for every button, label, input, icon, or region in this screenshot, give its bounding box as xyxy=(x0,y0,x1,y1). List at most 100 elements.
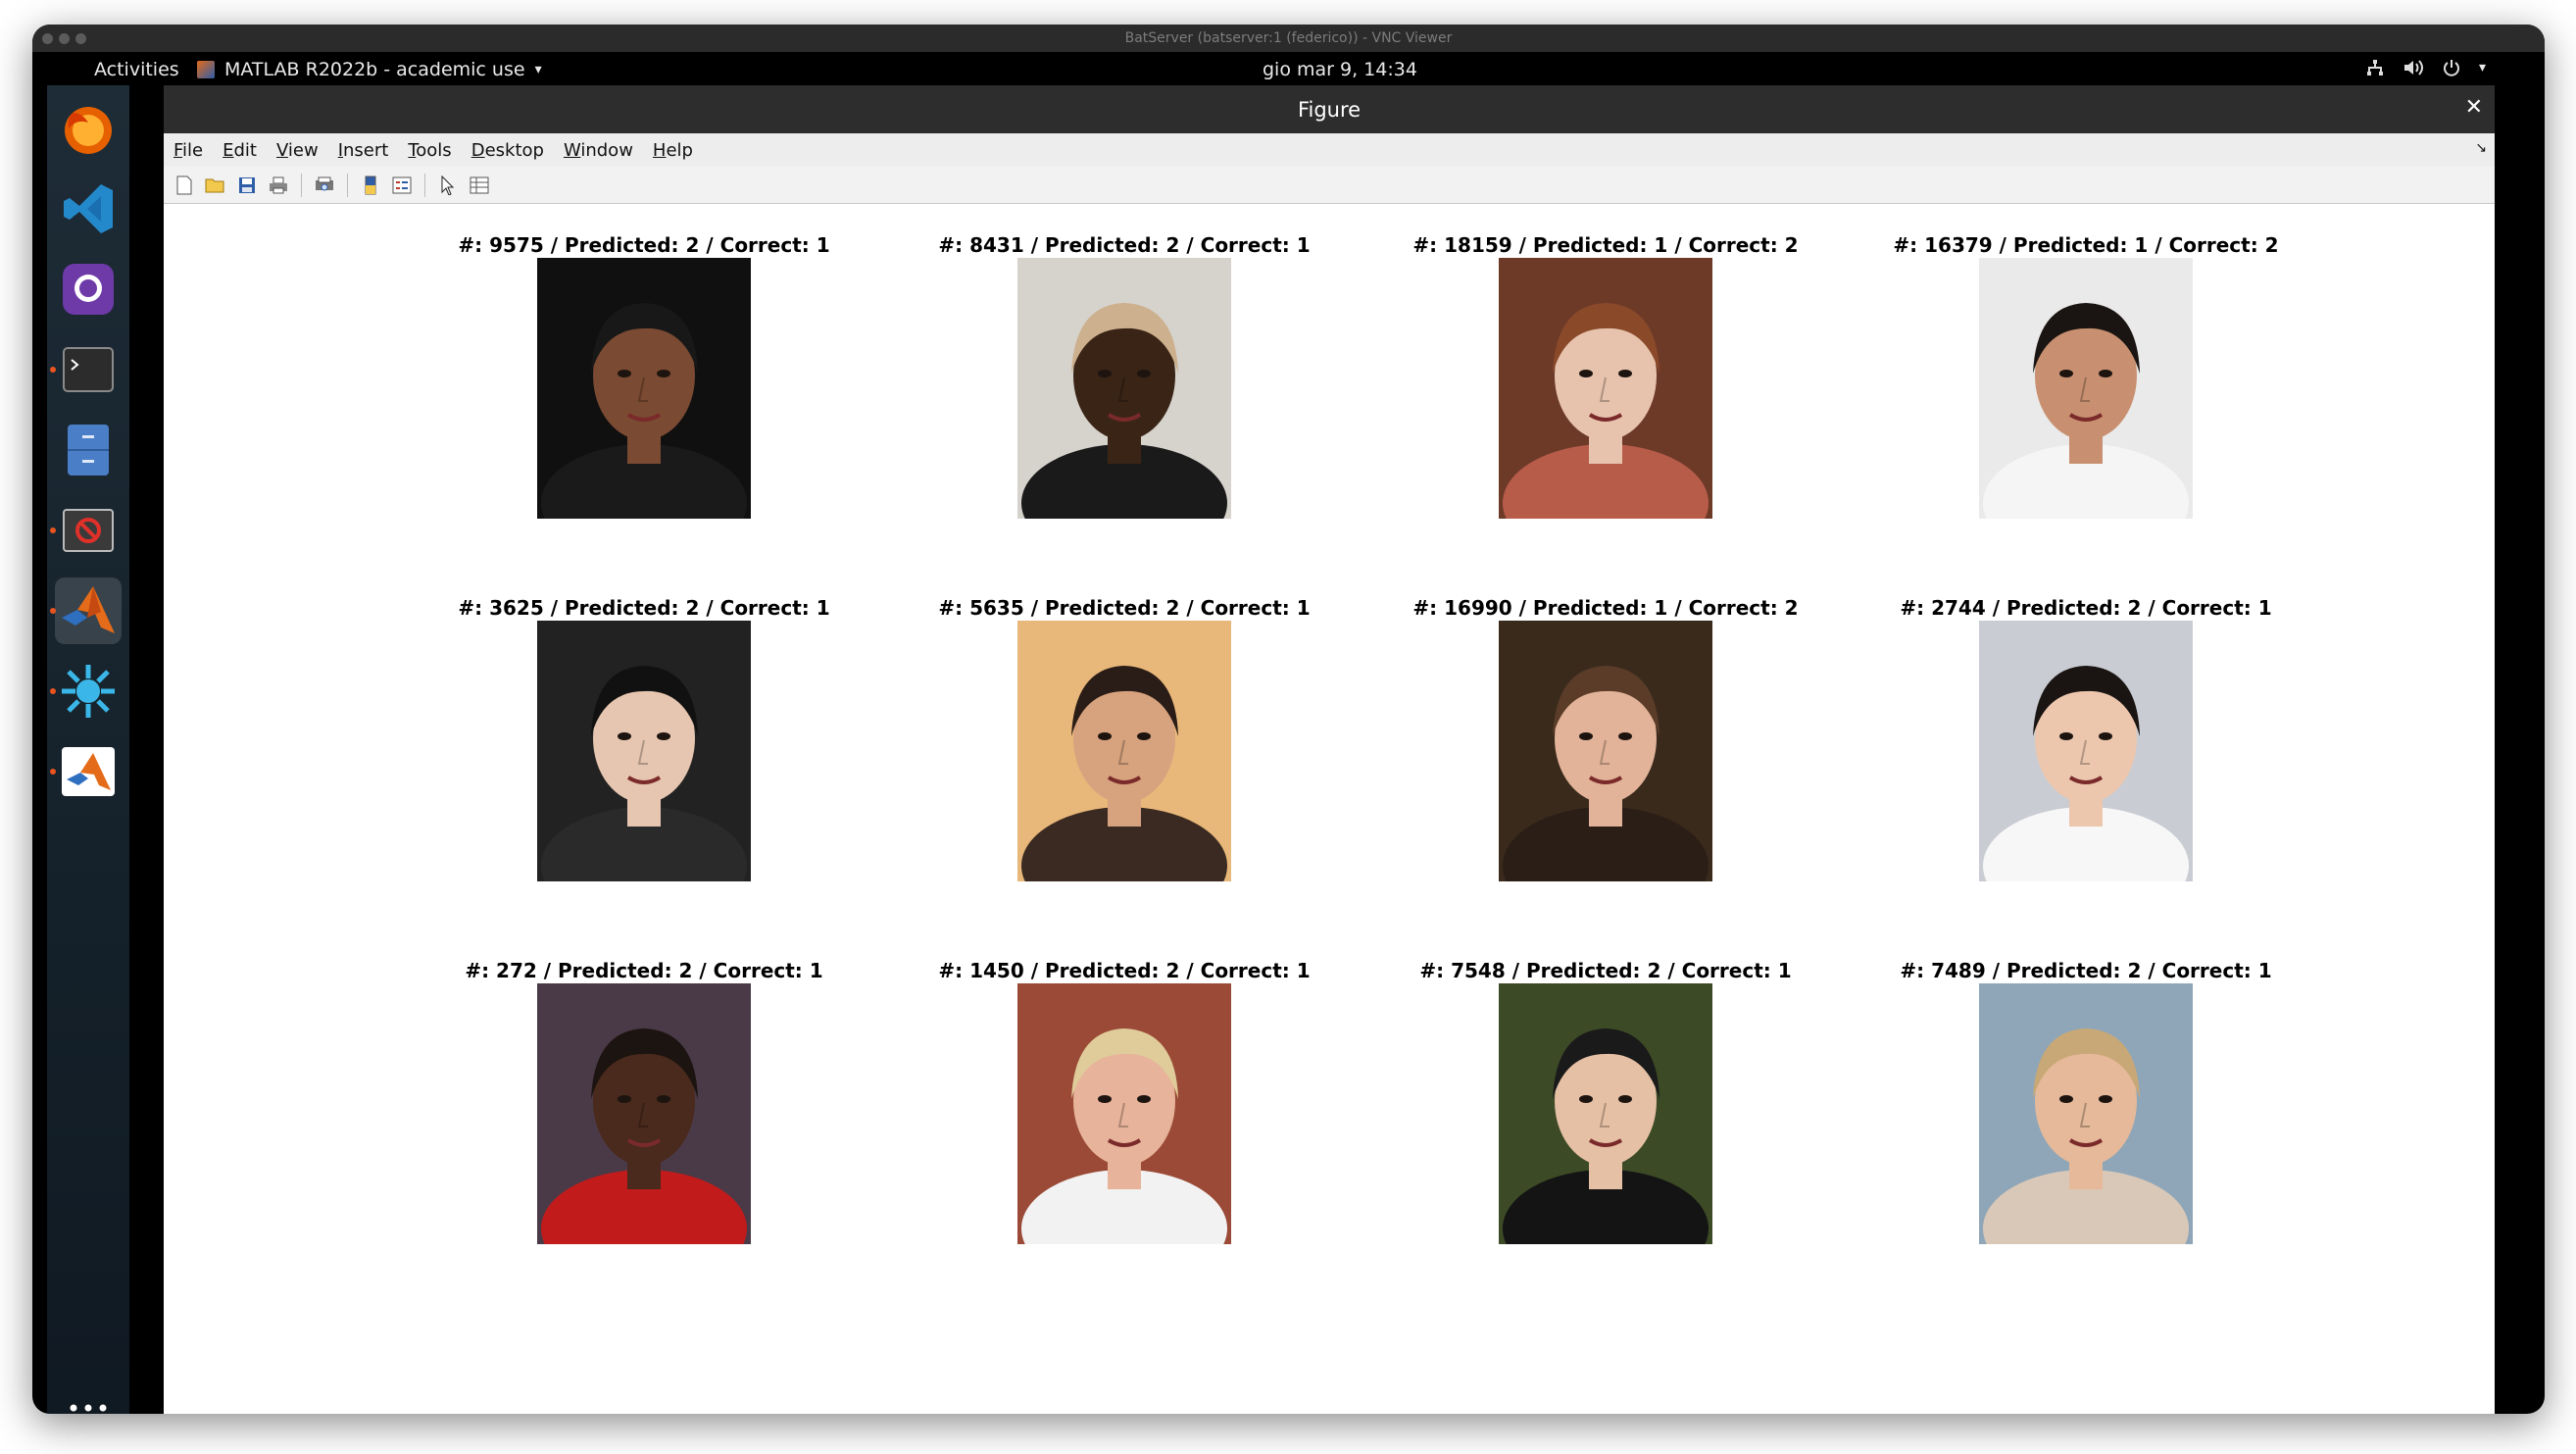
chevron-down-icon: ▾ xyxy=(2478,60,2486,75)
face-image xyxy=(1499,258,1712,519)
face-image xyxy=(1979,983,2193,1244)
vnc-titlebar: BatServer (batserver:1 (federico)) - VNC… xyxy=(32,25,2545,52)
dock-vscode[interactable] xyxy=(55,175,122,242)
clock[interactable]: gio mar 9, 14:34 xyxy=(1263,59,1417,80)
blocked-app-icon xyxy=(63,509,114,552)
running-indicator xyxy=(50,688,56,694)
minimize-window-dot[interactable] xyxy=(59,33,70,44)
dock-matlab-alt[interactable] xyxy=(50,738,122,805)
subplot-title: #: 7548 / Predicted: 2 / Correct: 1 xyxy=(1419,959,1792,982)
dock-terminal[interactable] xyxy=(50,336,122,403)
matlab-figure-window: Figure ✕ File Edit View Insert Tools Des… xyxy=(164,85,2495,1414)
subplot-axes[interactable]: #: 16990 / Predicted: 1 / Correct: 2 xyxy=(1331,595,1880,881)
app-menu[interactable]: MATLAB R2022b - academic use ▾ xyxy=(197,59,542,80)
face-image xyxy=(1017,258,1231,519)
system-status-area[interactable]: ▾ xyxy=(2365,58,2486,77)
dock-firefox[interactable] xyxy=(55,95,122,162)
network-icon xyxy=(2366,60,2383,75)
subplot-axes[interactable]: #: 8431 / Predicted: 2 / Correct: 1 xyxy=(850,232,1399,519)
menu-file[interactable]: File xyxy=(173,140,203,161)
subplot-axes[interactable]: #: 3625 / Predicted: 2 / Correct: 1 xyxy=(370,595,918,881)
face-image xyxy=(1979,258,2193,519)
figure-toolbar xyxy=(164,167,2495,204)
firefox-icon xyxy=(65,107,112,154)
dock-figure-arrow-icon[interactable]: ↘ xyxy=(2475,140,2487,156)
legend-icon[interactable] xyxy=(389,173,415,198)
face-image xyxy=(537,258,751,519)
subplot-title: #: 16379 / Predicted: 1 / Correct: 2 xyxy=(1893,233,2279,257)
pointer-icon[interactable] xyxy=(435,173,461,198)
matlab-alt-icon xyxy=(62,747,115,796)
subplot-title: #: 16990 / Predicted: 1 / Correct: 2 xyxy=(1412,596,1799,620)
vnc-title: BatServer (batserver:1 (federico)) - VNC… xyxy=(1124,30,1453,46)
subplot-title: #: 272 / Predicted: 2 / Correct: 1 xyxy=(465,959,823,982)
subplot-axes[interactable]: #: 1450 / Predicted: 2 / Correct: 1 xyxy=(850,958,1399,1244)
matlab-icon xyxy=(197,61,215,78)
open-file-icon[interactable] xyxy=(203,173,228,198)
subplot-title: #: 2744 / Predicted: 2 / Correct: 1 xyxy=(1900,596,2272,620)
toolbar-separator xyxy=(347,173,348,197)
figure-menubar: File Edit View Insert Tools Desktop Wind… xyxy=(164,133,2495,167)
toolbar-separator xyxy=(301,173,302,197)
colorbar-icon[interactable] xyxy=(358,173,383,198)
subplot-axes[interactable]: #: 18159 / Predicted: 1 / Correct: 2 xyxy=(1331,232,1880,519)
menu-edit[interactable]: Edit xyxy=(223,140,257,161)
close-window-dot[interactable] xyxy=(42,33,53,44)
running-indicator xyxy=(50,367,56,373)
menu-desktop[interactable]: Desktop xyxy=(471,140,544,161)
vnc-viewer-window: BatServer (batserver:1 (federico)) - VNC… xyxy=(32,25,2545,1414)
face-image xyxy=(1979,621,2193,881)
subplot-axes[interactable]: #: 7489 / Predicted: 2 / Correct: 1 xyxy=(1811,958,2360,1244)
subplot-title: #: 5635 / Predicted: 2 / Correct: 1 xyxy=(938,596,1311,620)
figure-titlebar: Figure ✕ xyxy=(164,85,2495,133)
menu-window[interactable]: Window xyxy=(564,140,633,161)
property-inspector-icon[interactable] xyxy=(467,173,492,198)
terminal-icon xyxy=(63,347,114,392)
vscode-icon xyxy=(64,184,113,233)
show-apps-grid-icon xyxy=(70,1404,107,1412)
face-image xyxy=(1499,621,1712,881)
subplot-axes[interactable]: #: 272 / Predicted: 2 / Correct: 1 xyxy=(370,958,918,1244)
save-icon[interactable] xyxy=(234,173,260,198)
subplot-axes[interactable]: #: 2744 / Predicted: 2 / Correct: 1 xyxy=(1811,595,2360,881)
print-icon[interactable] xyxy=(266,173,291,198)
menu-insert[interactable]: Insert xyxy=(338,140,389,161)
subplot-title: #: 1450 / Predicted: 2 / Correct: 1 xyxy=(938,959,1311,982)
close-icon[interactable]: ✕ xyxy=(2465,95,2483,120)
figure-title: Figure xyxy=(1297,97,1362,122)
gnome-top-bar: Activities MATLAB R2022b - academic use … xyxy=(32,52,2545,85)
subplot-title: #: 8431 / Predicted: 2 / Correct: 1 xyxy=(938,233,1311,257)
dock-show-apps[interactable] xyxy=(55,1389,122,1414)
matlab-icon xyxy=(62,586,115,633)
menu-view[interactable]: View xyxy=(276,140,319,161)
face-image xyxy=(1017,983,1231,1244)
dock-github[interactable] xyxy=(55,256,122,323)
dock-matlab[interactable] xyxy=(50,577,122,644)
subplot-axes[interactable]: #: 16379 / Predicted: 1 / Correct: 2 xyxy=(1811,232,2360,519)
face-image xyxy=(1499,983,1712,1244)
dock-files[interactable] xyxy=(55,417,122,483)
zoom-window-dot[interactable] xyxy=(75,33,86,44)
subplot-title: #: 3625 / Predicted: 2 / Correct: 1 xyxy=(458,596,830,620)
dock-splash-app[interactable] xyxy=(50,658,122,725)
splash-app-icon xyxy=(62,665,115,718)
new-figure-icon[interactable] xyxy=(172,173,197,198)
chevron-down-icon: ▾ xyxy=(534,62,542,77)
menu-tools[interactable]: Tools xyxy=(408,140,451,161)
print-preview-icon[interactable] xyxy=(312,173,337,198)
file-manager-icon xyxy=(68,425,109,476)
volume-icon xyxy=(2403,60,2423,75)
toolbar-separator xyxy=(424,173,425,197)
face-image xyxy=(1017,621,1231,881)
figure-canvas[interactable]: #: 9575 / Predicted: 2 / Correct: 1 #: 84… xyxy=(164,205,2495,1414)
github-desktop-icon xyxy=(63,264,114,315)
subplot-axes[interactable]: #: 9575 / Predicted: 2 / Correct: 1 xyxy=(370,232,918,519)
subplot-axes[interactable]: #: 5635 / Predicted: 2 / Correct: 1 xyxy=(850,595,1399,881)
dock-blocked-app[interactable] xyxy=(50,497,122,564)
activities-button[interactable]: Activities xyxy=(94,59,179,80)
menu-help[interactable]: Help xyxy=(653,140,693,161)
subplot-axes[interactable]: #: 7548 / Predicted: 2 / Correct: 1 xyxy=(1331,958,1880,1244)
running-indicator xyxy=(50,527,56,533)
subplot-title: #: 9575 / Predicted: 2 / Correct: 1 xyxy=(458,233,830,257)
face-image xyxy=(537,621,751,881)
